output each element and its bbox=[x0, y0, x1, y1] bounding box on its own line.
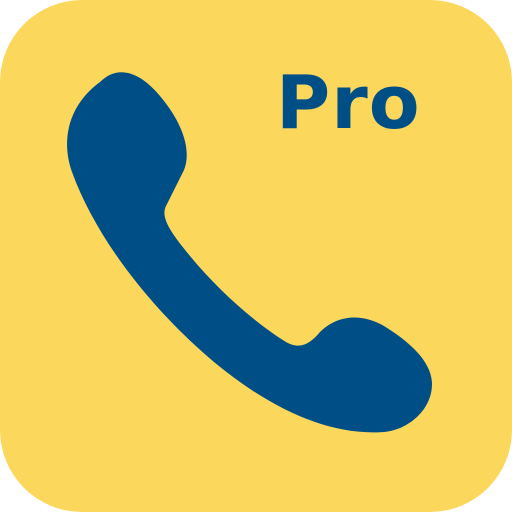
app-icon[interactable]: Pro bbox=[0, 0, 512, 512]
pro-badge-label: Pro bbox=[276, 60, 421, 146]
